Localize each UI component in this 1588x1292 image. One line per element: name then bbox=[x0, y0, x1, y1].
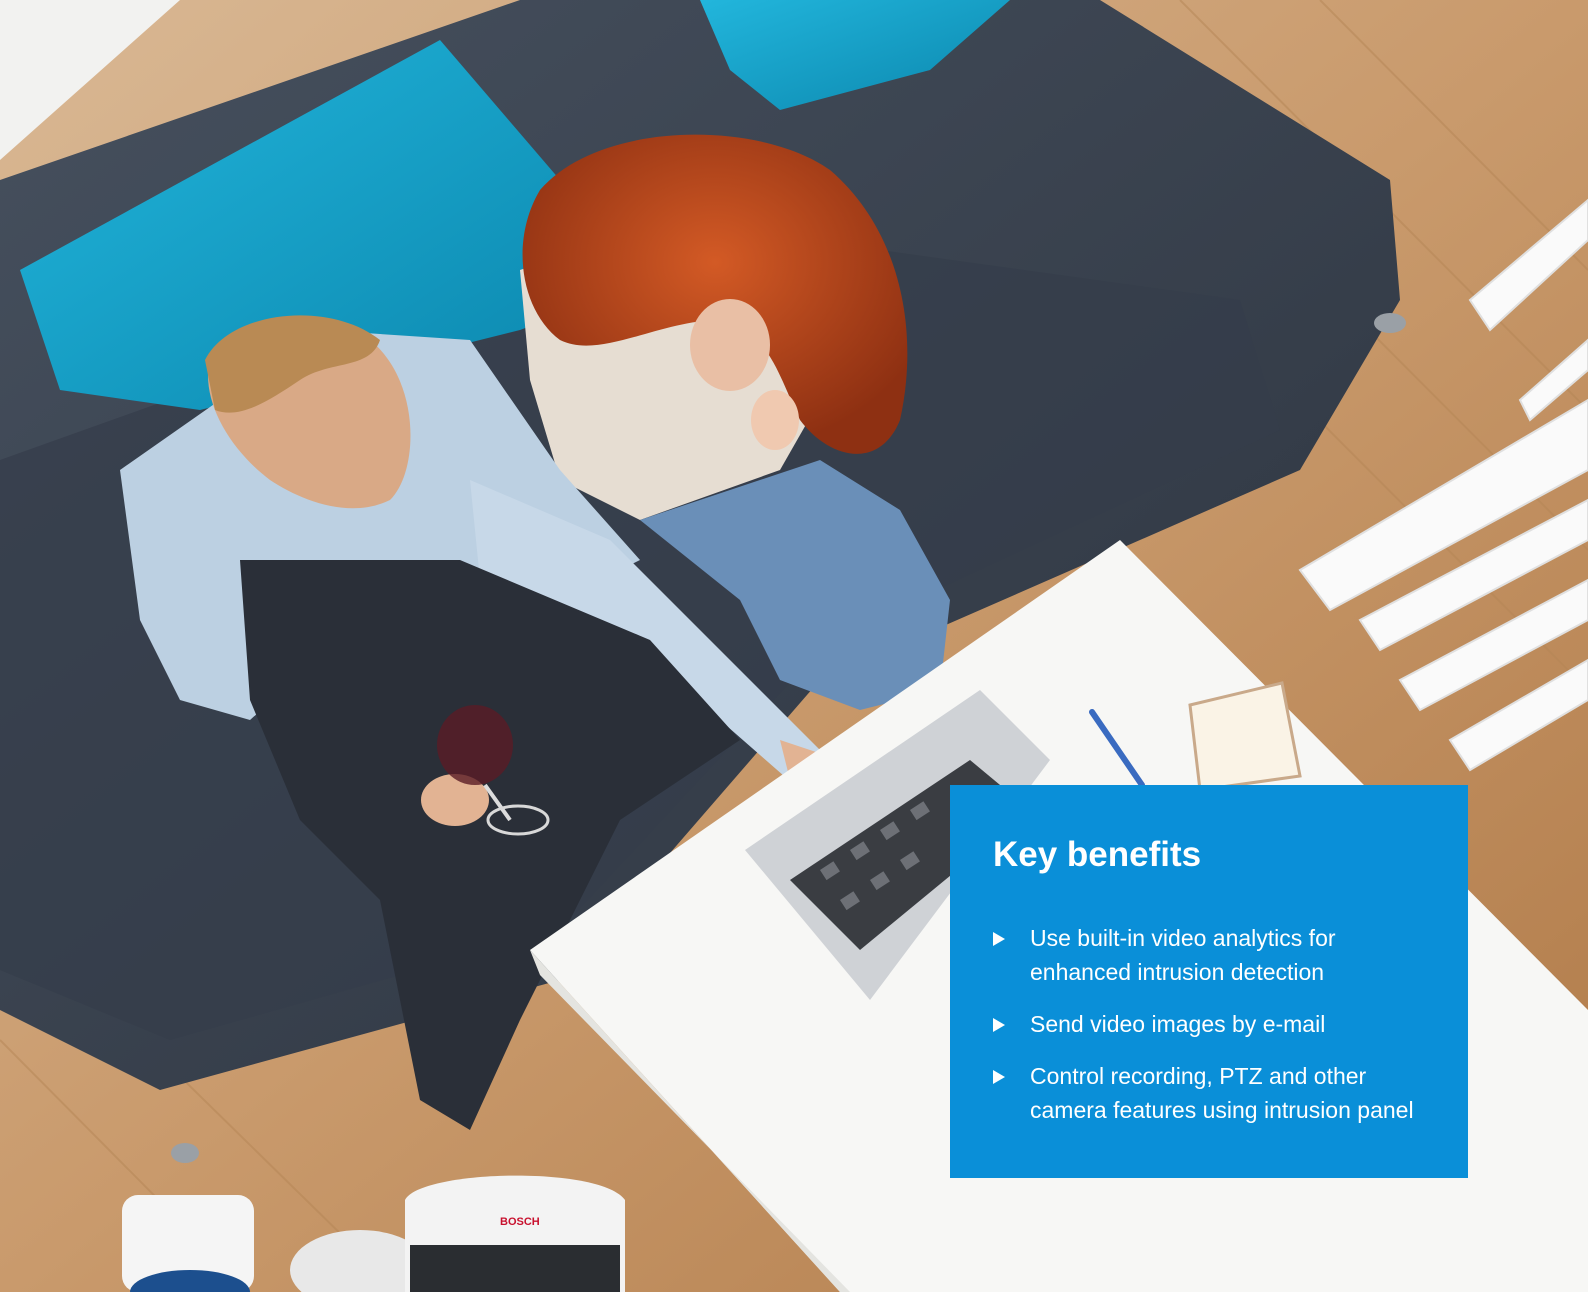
sofa-leg bbox=[1374, 313, 1406, 333]
benefit-item: Use built-in video analytics for enhance… bbox=[993, 921, 1438, 989]
woman-face bbox=[690, 299, 770, 391]
triangle-right-icon bbox=[993, 1070, 1005, 1084]
triangle-right-icon bbox=[993, 932, 1005, 946]
benefit-item: Control recording, PTZ and other camera … bbox=[993, 1059, 1438, 1127]
benefit-item: Send video images by e-mail bbox=[993, 1007, 1438, 1041]
triangle-right-icon bbox=[993, 1018, 1005, 1032]
camera-brand-label: BOSCH bbox=[500, 1216, 540, 1228]
benefit-text: Use built-in video analytics for enhance… bbox=[1030, 925, 1336, 985]
benefits-list: Use built-in video analytics for enhance… bbox=[993, 921, 1438, 1127]
benefit-text: Send video images by e-mail bbox=[1030, 1011, 1326, 1037]
woman-hand bbox=[751, 390, 799, 450]
key-benefits-panel: Key benefits Use built-in video analytic… bbox=[950, 785, 1468, 1178]
benefit-text: Control recording, PTZ and other camera … bbox=[1030, 1063, 1414, 1123]
sofa-leg bbox=[171, 1143, 199, 1163]
benefits-title: Key benefits bbox=[993, 835, 1202, 874]
